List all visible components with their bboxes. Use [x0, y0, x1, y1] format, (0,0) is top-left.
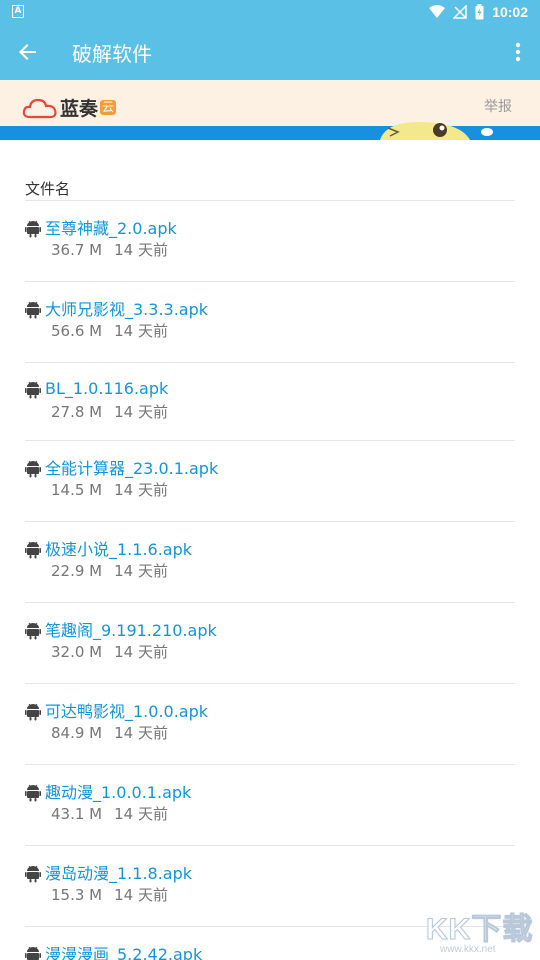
file-time: 14 天前 [114, 886, 168, 904]
site-watermark: KK下载 www.kkx.net [422, 904, 538, 958]
file-size: 22.9 M [51, 562, 103, 580]
file-meta: 22.9 M 14 天前 [51, 560, 168, 581]
page-title: 破解软件 [72, 41, 152, 66]
android-icon [25, 541, 41, 559]
file-list: 文件名 至尊神藏_2.0.apk 36.7 M 14 天前 大师兄影视_3.3.3… [25, 140, 515, 960]
file-size: 36.7 M [51, 241, 103, 259]
file-row[interactable]: 全能计算器_23.0.1.apk 14.5 M 14 天前 [25, 441, 515, 522]
file-row[interactable]: 至尊神藏_2.0.apk 36.7 M 14 天前 [25, 201, 515, 282]
file-meta: 15.3 M 14 天前 [51, 884, 168, 905]
status-bar: A 10:02 [0, 0, 540, 24]
wifi-icon [429, 5, 446, 18]
file-row[interactable]: 笔趣阁_9.191.210.apk 32.0 M 14 天前 [25, 603, 515, 684]
file-time: 14 天前 [114, 481, 168, 499]
list-header: 文件名 [25, 140, 515, 201]
status-icons: 10:02 [429, 0, 528, 24]
file-time: 14 天前 [114, 322, 168, 340]
file-meta: 14.5 M 14 天前 [51, 479, 168, 500]
file-time: 14 天前 [114, 241, 168, 259]
file-row[interactable]: 极速小说_1.1.6.apk 22.9 M 14 天前 [25, 522, 515, 603]
arrow-left-icon [19, 44, 36, 60]
file-size: 14.5 M [51, 481, 103, 499]
file-name-link[interactable]: 可达鸭影视_1.0.0.apk [45, 698, 208, 722]
signal-icon [453, 5, 467, 19]
file-time: 14 天前 [114, 562, 168, 580]
file-time: 14 天前 [114, 643, 168, 661]
file-meta: 43.1 M 14 天前 [51, 803, 168, 824]
android-icon [25, 946, 41, 960]
android-icon [25, 381, 41, 399]
file-row[interactable]: 可达鸭影视_1.0.0.apk 84.9 M 14 天前 [25, 684, 515, 765]
file-meta: 36.7 M 14 天前 [51, 239, 168, 260]
mascot-decoration [380, 122, 493, 140]
android-icon [25, 865, 41, 883]
site-banner: 蓝奏 云 举报 [0, 80, 540, 140]
watermark-logo: KK下载 [425, 913, 534, 947]
file-size: 84.9 M [51, 724, 103, 742]
file-size: 15.3 M [51, 886, 103, 904]
notification-icon: A [12, 5, 24, 18]
more-options-button[interactable] [498, 24, 538, 80]
back-button[interactable] [0, 24, 56, 80]
file-name-link[interactable]: 全能计算器_23.0.1.apk [45, 455, 218, 479]
file-size: 27.8 M [51, 403, 103, 421]
clock: 10:02 [492, 4, 528, 20]
logo-badge: 云 [100, 100, 117, 115]
android-icon [25, 301, 41, 319]
file-name-link[interactable]: 趣动漫_1.0.0.1.apk [45, 779, 191, 803]
cloud-icon [22, 98, 57, 118]
file-name-link[interactable]: 极速小说_1.1.6.apk [45, 536, 192, 560]
file-time: 14 天前 [114, 805, 168, 823]
file-time: 14 天前 [114, 724, 168, 742]
watermark-url: www.kkx.net [440, 944, 496, 955]
file-name-link[interactable]: 笔趣阁_9.191.210.apk [45, 617, 217, 641]
file-name-link[interactable]: 大师兄影视_3.3.3.apk [45, 296, 208, 320]
file-name-link[interactable]: 漫漫漫画_5.2.42.apk [45, 941, 202, 960]
lanzou-logo: 蓝奏 云 [22, 94, 117, 121]
file-meta: 84.9 M 14 天前 [51, 722, 168, 743]
android-icon [25, 622, 41, 640]
file-name-link[interactable]: 至尊神藏_2.0.apk [45, 215, 177, 239]
file-size: 43.1 M [51, 805, 103, 823]
file-meta: 27.8 M 14 天前 [51, 401, 168, 422]
file-row[interactable]: 趣动漫_1.0.0.1.apk 43.1 M 14 天前 [25, 765, 515, 846]
file-name-link[interactable]: BL_1.0.116.apk [45, 379, 168, 398]
file-time: 14 天前 [114, 403, 168, 421]
file-row[interactable]: 大师兄影视_3.3.3.apk 56.6 M 14 天前 [25, 282, 515, 363]
battery-icon [475, 4, 484, 20]
file-name-link[interactable]: 漫岛动漫_1.1.8.apk [45, 860, 192, 884]
more-vert-icon [515, 42, 521, 62]
android-icon [25, 220, 41, 238]
app-bar: 破解软件 [0, 24, 540, 80]
report-link[interactable]: 举报 [484, 96, 512, 116]
file-meta: 32.0 M 14 天前 [51, 641, 168, 662]
file-size: 56.6 M [51, 322, 103, 340]
logo-text: 蓝奏 [60, 98, 99, 120]
android-icon [25, 784, 41, 802]
file-row[interactable]: BL_1.0.116.apk 27.8 M 14 天前 [25, 363, 515, 441]
android-icon [25, 460, 41, 478]
android-icon [25, 703, 41, 721]
file-meta: 56.6 M 14 天前 [51, 320, 168, 341]
file-size: 32.0 M [51, 643, 103, 661]
